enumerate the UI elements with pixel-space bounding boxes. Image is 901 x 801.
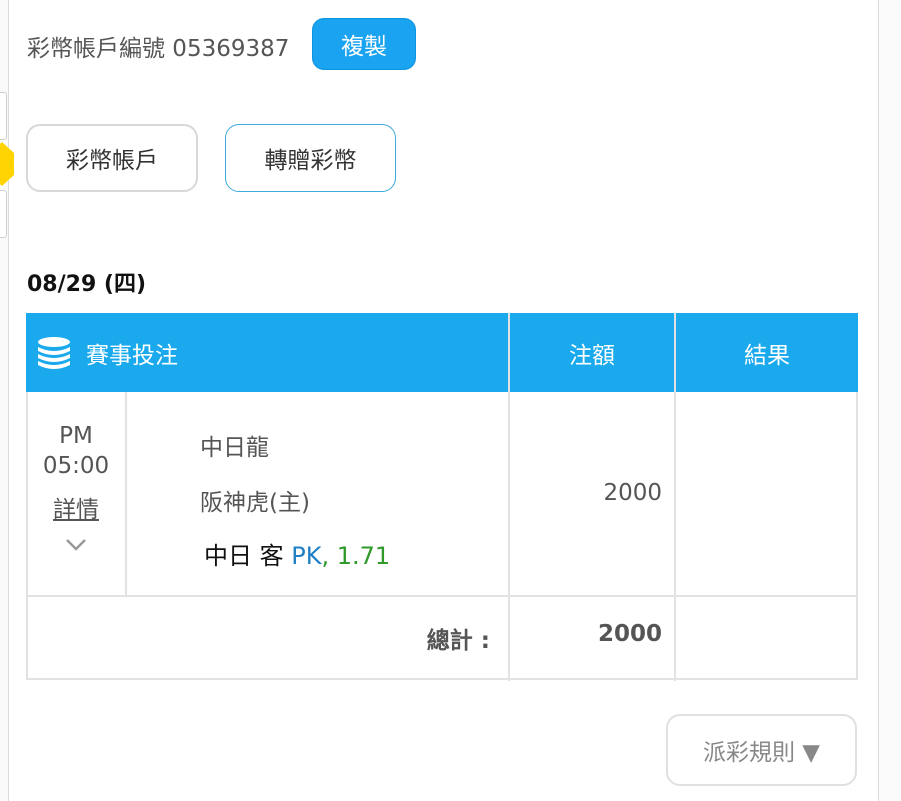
header-result: 結果 (744, 342, 790, 369)
team-away: 中日龍 (200, 435, 269, 461)
right-scroll-area (879, 0, 901, 801)
pick-line: PK (291, 542, 322, 570)
column-divider (508, 313, 510, 681)
account-number-label: 彩幣帳戶編號 05369387 (27, 36, 290, 62)
header-amount: 注額 (569, 342, 615, 369)
copy-button[interactable]: 複製 (312, 18, 416, 70)
left-panel-tab[interactable] (0, 190, 7, 238)
pick-text: 中日 客 (204, 542, 284, 570)
gem-icon (0, 142, 14, 186)
bet-pick: 中日 客 PK, 1.71 (204, 536, 390, 571)
total-label: 總計 : (426, 628, 490, 654)
payout-rules-button[interactable]: 派彩規則 ▼ (666, 714, 857, 786)
transfer-coins-button[interactable]: 轉贈彩幣 (225, 124, 396, 192)
total-amount: 2000 (597, 621, 662, 647)
bet-table-header: 賽事投注 注額 結果 (26, 313, 858, 392)
date-heading: 08/29 (四) (27, 272, 147, 297)
detail-link[interactable]: 詳情 (27, 490, 125, 524)
header-events: 賽事投注 (36, 313, 336, 392)
bet-amount: 2000 (603, 480, 662, 506)
row-divider (26, 595, 858, 597)
bet-time-period: PM (59, 423, 93, 449)
team-home: 阪神虎(主) (200, 490, 310, 516)
header-events-label: 賽事投注 (86, 342, 178, 369)
column-divider (125, 392, 127, 596)
column-divider (674, 313, 676, 681)
chevron-down-icon[interactable] (62, 530, 90, 558)
left-panel-tab[interactable] (0, 92, 7, 140)
coin-stack-icon (38, 336, 70, 369)
bet-time-clock: 05:00 (42, 453, 110, 479)
pick-odds: , 1.71 (321, 542, 391, 570)
coin-account-button[interactable]: 彩幣帳戶 (26, 124, 198, 192)
